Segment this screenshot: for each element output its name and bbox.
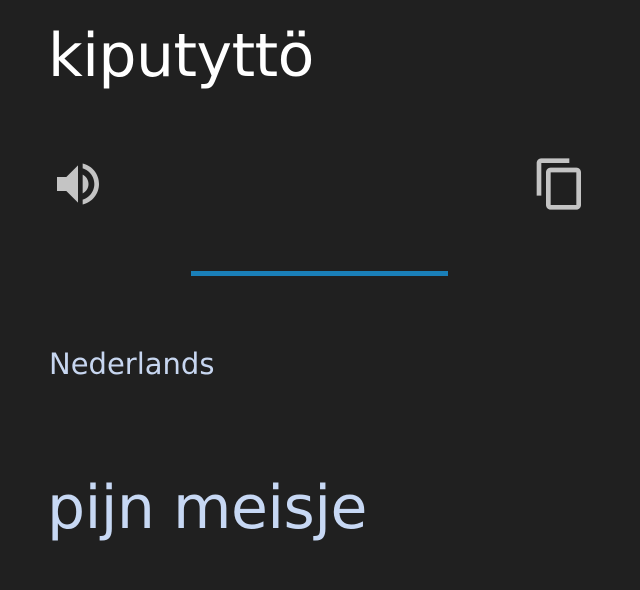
copy-icon [532, 156, 588, 212]
progress-divider [191, 271, 448, 276]
volume-up-icon [50, 156, 106, 212]
copy-button[interactable] [530, 154, 590, 214]
speak-button[interactable] [48, 154, 108, 214]
target-language-label: Nederlands [49, 347, 215, 381]
translated-text: pijn meisje [47, 473, 367, 543]
source-text: kiputyttö [48, 21, 314, 91]
